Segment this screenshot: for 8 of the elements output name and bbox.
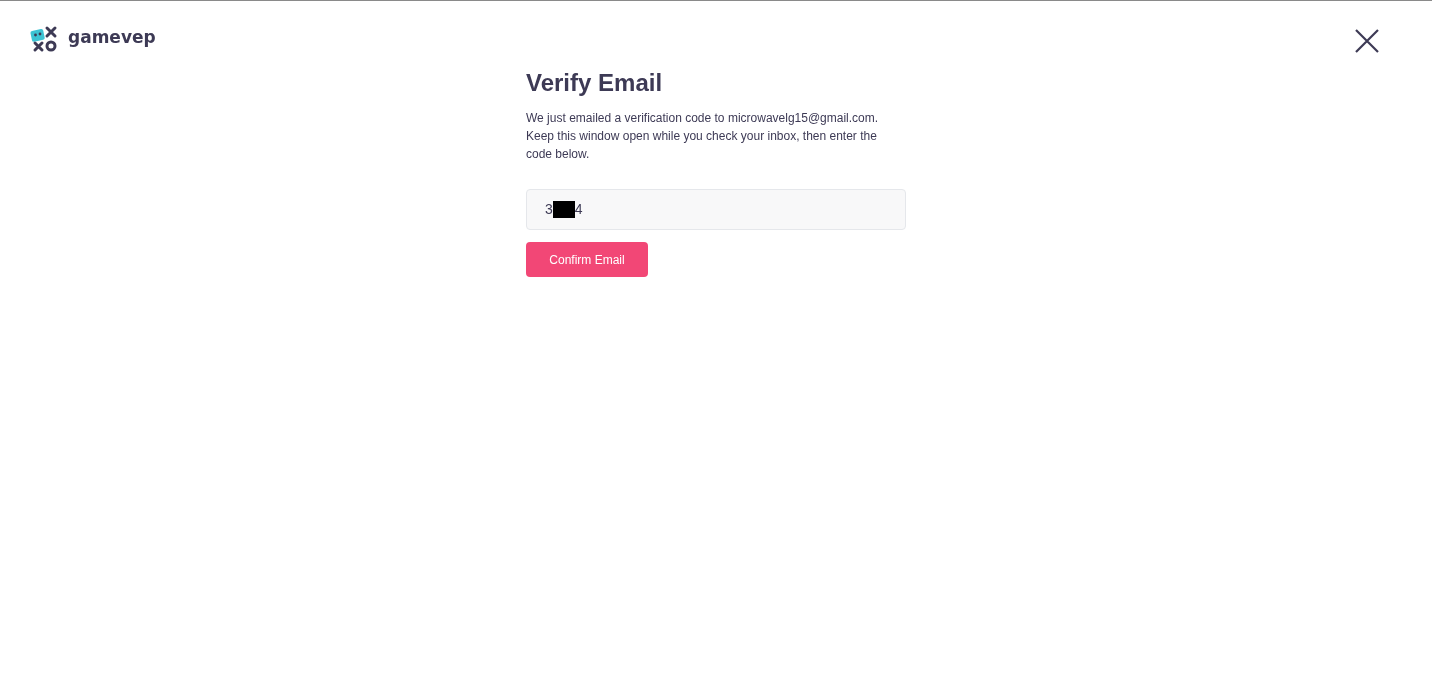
instruction-text: We just emailed a verification code to microwavelg15@gmail.com. Keep this window open while you check your inbox, then enter the code below. bbox=[526, 110, 880, 163]
confirm-email-button[interactable]: Confirm Email bbox=[526, 242, 648, 277]
code-value: 3 bbox=[545, 200, 553, 219]
code-input-field[interactable]: 3 4 bbox=[526, 189, 906, 230]
close-icon[interactable] bbox=[1354, 28, 1380, 54]
code-value: 4 bbox=[574, 200, 583, 219]
page-title: Verify Email bbox=[526, 68, 663, 98]
logo-text: gamevep bbox=[68, 29, 156, 46]
